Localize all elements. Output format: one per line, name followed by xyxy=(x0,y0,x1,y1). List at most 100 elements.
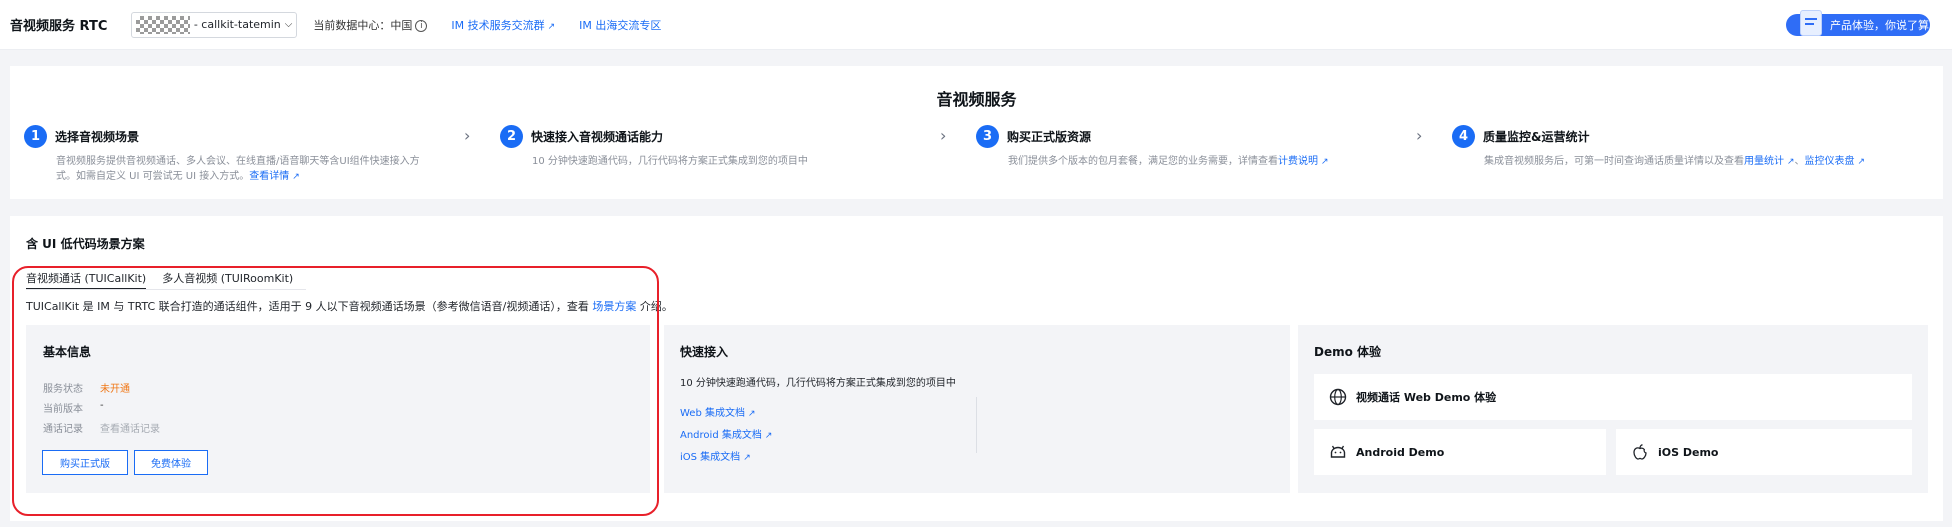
ios-demo-label: iOS Demo xyxy=(1658,445,1719,459)
panel-title: 基本信息 xyxy=(43,345,92,359)
step-2: 2 快速接入音视频通话能力 10 分钟快速跑通代码，几行代码将方案正式集成到您的… xyxy=(500,125,910,169)
external-link-icon: ↗ xyxy=(764,431,773,441)
web-demo-label: 视频通话 Web Demo 体验 xyxy=(1356,391,1497,404)
im-tech-group-text: IM 技术服务交流群 xyxy=(451,18,545,32)
android-demo-label: Android Demo xyxy=(1356,445,1445,459)
quick-access-desc: 10 分钟快速跑通代码，几行代码将方案正式集成到您的项目中 xyxy=(680,378,956,389)
call-records-label: 通话记录 xyxy=(43,424,83,435)
external-link-icon: ↗ xyxy=(747,409,756,419)
service-status-label: 服务状态 xyxy=(43,384,83,395)
free-trial-button[interactable]: 免费体验 xyxy=(134,450,208,475)
step-description: 音视频服务提供音视频通话、多人会议、在线直播/语音聊天等含UI组件快速接入方 式… xyxy=(56,154,434,185)
apple-icon xyxy=(1633,444,1647,460)
im-overseas-text: IM 出海交流专区 xyxy=(579,18,662,32)
intro-tail: 介绍。 xyxy=(639,300,673,313)
tab-tuicallkit[interactable]: 音视频通话 (TUICallKit) xyxy=(26,270,147,290)
step-desc-line2: 式。如需自定义 UI 可尝试无 UI 接入方式。 xyxy=(56,171,250,182)
globe-icon xyxy=(1329,388,1347,406)
service-status-row: 服务状态 未开通 xyxy=(43,380,130,395)
view-details-text: 查看详情 xyxy=(249,171,290,182)
steps-title: 音视频服务 xyxy=(936,90,1017,109)
info-icon[interactable]: i xyxy=(415,19,428,32)
buy-official-button[interactable]: 购买正式版 xyxy=(42,450,128,475)
monitor-dashboard-link[interactable]: 监控仪表盘 ↗ xyxy=(1805,156,1866,167)
external-link-icon: ↗ xyxy=(292,172,300,182)
external-link-icon: ↗ xyxy=(547,21,556,32)
web-doc-text: Web 集成文档 xyxy=(680,408,745,419)
android-doc-link[interactable]: Android 集成文档 ↗ xyxy=(680,426,772,441)
separator: 、 xyxy=(1794,156,1805,167)
scenario-intro: TUICallKit 是 IM 与 TRTC 联合打造的通话组件，适用于 9 人… xyxy=(26,298,673,314)
basic-info-panel: 基本信息 服务状态 未开通 当前版本 - 通话记录 查看通话记录 购买正式版 免… xyxy=(26,325,650,493)
chevron-right-icon: › xyxy=(940,126,947,145)
android-icon xyxy=(1330,445,1346,458)
android-demo-card[interactable]: Android Demo xyxy=(1314,429,1606,475)
web-demo-card[interactable]: 视频通话 Web Demo 体验 xyxy=(1314,374,1912,420)
promo-button[interactable]: 产品体验，你说了算 xyxy=(1786,10,1930,36)
ios-demo-card[interactable]: iOS Demo xyxy=(1616,429,1912,475)
ios-doc-text: iOS 集成文档 xyxy=(680,452,741,463)
scenario-card: 含 UI 低代码场景方案 音视频通话 (TUICallKit) 多人音视频 (T… xyxy=(10,216,1943,521)
panel-title: Demo 体验 xyxy=(1314,345,1382,359)
step-description: 集成音视频服务后，可第一时间查询通话质量详情以及查看用量统计 ↗、监控仪表盘 ↗ xyxy=(1484,154,1932,170)
step-number: 2 xyxy=(500,125,523,148)
top-bar: 音视频服务 RTC - callkit-tatemin ⌵ 当前数据中心：中国 i… xyxy=(0,0,1952,50)
billing-info-link[interactable]: 计费说明 ↗ xyxy=(1278,156,1329,167)
external-link-icon: ↗ xyxy=(1787,157,1795,167)
step-title: 选择音视频场景 xyxy=(55,130,140,144)
step-1: 1 选择音视频场景 音视频服务提供音视频通话、多人会议、在线直播/语音聊天等含U… xyxy=(24,125,434,185)
im-overseas-link[interactable]: IM 出海交流专区 xyxy=(579,17,661,33)
app-name-redacted xyxy=(136,15,190,34)
service-status-value: 未开通 xyxy=(100,384,130,395)
step-desc-text: 我们提供多个版本的包月套餐，满足您的业务需要，详情查看 xyxy=(1008,156,1278,167)
step-description: 10 分钟快速跑通代码，几行代码将方案正式集成到您的项目中 xyxy=(532,156,808,167)
current-version-label: 当前版本 xyxy=(43,404,83,415)
tab-tuiroomkit[interactable]: 多人音视频 (TUIRoomKit) xyxy=(162,270,293,290)
panel-title: 快速接入 xyxy=(680,345,729,359)
chevron-right-icon: › xyxy=(1416,126,1423,145)
step-desc-line1: 音视频服务提供音视频通话、多人会议、在线直播/语音聊天等含UI组件快速接入方 xyxy=(56,156,420,167)
external-link-icon: ↗ xyxy=(1321,157,1329,167)
usage-stats-link[interactable]: 用量统计 ↗ xyxy=(1744,156,1795,167)
app-name: - callkit-tatemin xyxy=(193,18,281,31)
app-selector[interactable]: - callkit-tatemin ⌵ xyxy=(131,11,298,38)
view-details-link[interactable]: 查看详情 ↗ xyxy=(249,171,300,182)
promo-text: 产品体验，你说了算 xyxy=(1830,19,1929,32)
scenario-plan-link[interactable]: 场景方案 xyxy=(592,300,636,313)
app-title: 音视频服务 RTC xyxy=(10,19,108,34)
steps-card: 音视频服务 1 选择音视频场景 音视频服务提供音视频通话、多人会议、在线直播/语… xyxy=(10,66,1943,199)
step-description: 我们提供多个版本的包月套餐，满足您的业务需要，详情查看计费说明 ↗ xyxy=(1008,154,1386,170)
document-icon xyxy=(1800,10,1822,36)
external-link-icon: ↗ xyxy=(1857,157,1866,167)
tabs-divider xyxy=(26,289,306,290)
step-4: 4 质量监控&运营统计 集成音视频服务后，可第一时间查询通话质量详情以及查看用量… xyxy=(1452,125,1932,170)
billing-info-text: 计费说明 xyxy=(1278,156,1318,167)
step-title: 购买正式版资源 xyxy=(1007,130,1092,144)
data-center-label: 当前数据中心：中国 i xyxy=(313,17,428,33)
step-number: 3 xyxy=(976,125,999,148)
step-title: 质量监控&运营统计 xyxy=(1483,130,1590,144)
step-3: 3 购买正式版资源 我们提供多个版本的包月套餐，满足您的业务需要，详情查看计费说… xyxy=(976,125,1386,170)
android-doc-text: Android 集成文档 xyxy=(680,430,762,441)
chevron-right-icon: › xyxy=(464,126,471,145)
call-records-row: 通话记录 查看通话记录 xyxy=(43,420,160,435)
step-number: 1 xyxy=(24,125,47,148)
intro-text: TUICallKit 是 IM 与 TRTC 联合打造的通话组件，适用于 9 人… xyxy=(26,300,589,313)
usage-stats-text: 用量统计 xyxy=(1744,156,1784,167)
panel-divider xyxy=(976,397,977,453)
im-tech-group-link[interactable]: IM 技术服务交流群 ↗ xyxy=(451,17,555,33)
step-title: 快速接入音视频通话能力 xyxy=(531,130,664,144)
section-title: 含 UI 低代码场景方案 xyxy=(26,237,145,251)
step-number: 4 xyxy=(1452,125,1475,148)
current-version-row: 当前版本 - xyxy=(43,400,104,415)
chevron-down-icon: ⌵ xyxy=(284,19,293,30)
call-records-link[interactable]: 查看通话记录 xyxy=(100,420,160,435)
step-desc-text: 集成音视频服务后，可第一时间查询通话质量详情以及查看 xyxy=(1484,156,1744,167)
data-center-text: 当前数据中心：中国 xyxy=(313,18,413,32)
monitor-dashboard-text: 监控仪表盘 xyxy=(1804,156,1855,167)
web-doc-link[interactable]: Web 集成文档 ↗ xyxy=(680,404,756,419)
quick-access-panel: 快速接入 10 分钟快速跑通代码，几行代码将方案正式集成到您的项目中 Web 集… xyxy=(664,325,1290,493)
demo-panel: Demo 体验 视频通话 Web Demo 体验 Android Demo iO… xyxy=(1298,325,1928,493)
ios-doc-link[interactable]: iOS 集成文档 ↗ xyxy=(680,448,751,463)
current-version-value: - xyxy=(100,400,104,411)
